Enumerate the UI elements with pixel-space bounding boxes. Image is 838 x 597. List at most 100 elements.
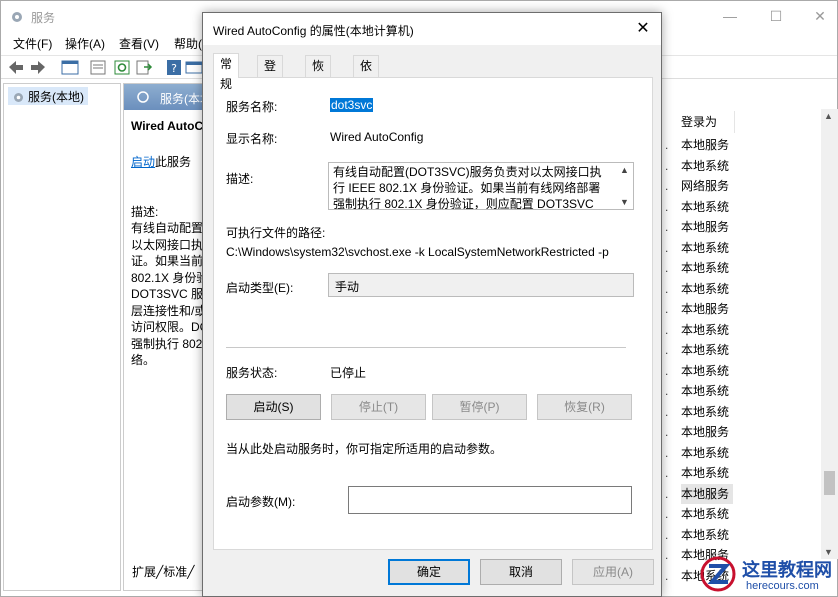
description-line: 有线自动配置( <box>131 221 207 235</box>
scroll-up-icon[interactable]: ▲ <box>620 165 629 175</box>
resume-button[interactable]: 恢复(R) <box>537 394 632 420</box>
console-icon[interactable] <box>185 59 203 76</box>
description-line: 访问权限。DC <box>131 320 209 334</box>
row-marker: . <box>665 384 669 398</box>
back-arrow-icon[interactable] <box>7 59 25 76</box>
stop-button[interactable]: 停止(T) <box>331 394 426 420</box>
help-icon[interactable]: ? <box>165 59 183 76</box>
show-tree-icon[interactable] <box>61 59 79 76</box>
properties-list-icon[interactable] <box>89 59 107 76</box>
logon-as-cell[interactable]: 本地系统 <box>681 279 729 299</box>
description-scrollbar[interactable]: ▲ ▼ <box>617 163 633 209</box>
gear-icon <box>12 12 22 22</box>
description-line: 络。 <box>131 353 156 367</box>
description-line: 802.1X 身份验 <box>131 270 209 285</box>
services-list-logon-column: 登录为 . 本地服务. 本地系统. 网络服务. 本地系统. 本地服务. 本地系统. 本地系统.… <box>661 83 837 591</box>
scroll-up-icon[interactable]: ▲ <box>824 111 833 121</box>
tab-dependencies[interactable]: 依存关系 <box>353 55 380 133</box>
row-marker: . <box>665 404 669 419</box>
description-box[interactable]: 有线自动配置(DOT3SVC)服务负责对以太网接口执行 IEEE 802.1X … <box>328 162 634 210</box>
row-marker: . <box>665 322 669 337</box>
dialog-title: Wired AutoConfig 的属性(本地计算机) <box>213 24 414 38</box>
description-line: 以太网接口执 <box>131 237 204 252</box>
logon-as-cell[interactable]: 本地系统 <box>681 381 729 401</box>
scroll-down-icon[interactable]: ▼ <box>620 197 629 207</box>
service-name-value[interactable]: dot3svc <box>330 98 374 112</box>
row-marker: . <box>665 281 669 296</box>
row-marker: . <box>665 466 669 480</box>
dialog-close-button[interactable]: ✕ <box>625 13 661 45</box>
logon-as-cell[interactable]: 本地系统 <box>681 443 729 463</box>
logon-as-cell[interactable]: 本地服务 <box>681 299 729 319</box>
logon-as-cell[interactable]: 本地系统 <box>681 156 729 176</box>
tab-recovery[interactable]: 恢复 <box>305 55 332 93</box>
logon-as-cell[interactable]: 本地系统 <box>681 238 729 258</box>
row-marker: . <box>665 158 669 173</box>
watermark-brand: 这里教程网 <box>742 560 832 581</box>
logon-as-cell[interactable]: 本地系统 <box>681 340 729 360</box>
service-status-label: 服务状态: <box>226 366 278 380</box>
pause-button[interactable]: 暂停(P) <box>432 394 527 420</box>
logon-as-cell[interactable]: 本地系统 <box>681 320 729 340</box>
column-header-logon-as[interactable]: 登录为 <box>679 111 735 133</box>
menu-file[interactable]: 文件(F) <box>13 35 52 52</box>
logon-as-cell[interactable]: 本地系统 <box>681 197 729 217</box>
logon-as-cell[interactable]: 本地系统 <box>681 525 729 545</box>
service-name-text: dot3svc <box>330 98 374 112</box>
logon-as-cell[interactable]: 本地系统 <box>681 504 729 524</box>
row-marker: . <box>665 261 669 275</box>
refresh-icon[interactable] <box>113 59 131 76</box>
ok-button[interactable]: 确定 <box>388 559 470 585</box>
start-params-label: 启动参数(M): <box>226 495 296 509</box>
row-marker: . <box>665 220 669 234</box>
exec-path-label: 可执行文件的路径: <box>226 226 326 240</box>
logon-as-cell[interactable]: 本地系统 <box>681 463 729 483</box>
menu-action[interactable]: 操作(A) <box>65 35 105 52</box>
view-tabs[interactable]: 扩展╱标准╱ <box>132 563 194 580</box>
menu-help[interactable]: 帮助( <box>174 35 202 52</box>
logon-as-cell[interactable]: 本地系统 <box>681 361 729 381</box>
description-line: 层连接性和/或 <box>131 303 207 318</box>
logon-as-cell[interactable]: 本地服务 <box>681 135 729 155</box>
close-button[interactable]: ✕ <box>797 1 838 31</box>
tree-item-label: 服务(本地) <box>28 90 84 104</box>
minimize-button[interactable]: — <box>707 1 753 31</box>
logon-as-cell[interactable]: 本地服务 <box>681 217 729 237</box>
row-marker: . <box>665 343 669 357</box>
logon-as-cell[interactable]: 本地服务 <box>681 483 733 504</box>
start-params-input[interactable] <box>348 486 632 514</box>
start-button[interactable]: 启动(S) <box>226 394 321 420</box>
row-marker: . <box>665 425 669 439</box>
row-marker: . <box>665 507 669 521</box>
description-line: 证。如果当前 <box>131 254 204 268</box>
start-service-link[interactable]: 启动 <box>131 155 155 169</box>
row-marker: . <box>665 568 669 583</box>
forward-arrow-icon[interactable] <box>29 59 47 76</box>
description-label: 描述: <box>131 205 159 219</box>
apply-button[interactable]: 应用(A) <box>572 559 654 585</box>
scrollbar-thumb[interactable] <box>824 471 835 495</box>
tree-item-services-local[interactable]: 服务(本地) <box>8 87 88 105</box>
tab-general[interactable]: 常规 <box>213 53 240 91</box>
row-marker: . <box>665 138 669 152</box>
logon-as-cell[interactable]: 网络服务 <box>681 176 729 196</box>
row-marker: . <box>665 179 669 193</box>
divider <box>226 347 626 348</box>
svg-text:?: ? <box>171 62 177 75</box>
tab-logon[interactable]: 登录 <box>257 55 284 93</box>
startup-type-select[interactable]: 手动 ﹀ <box>328 273 634 297</box>
dialog-titlebar: Wired AutoConfig 的属性(本地计算机) ✕ <box>203 13 661 45</box>
menu-view[interactable]: 查看(V) <box>119 35 159 52</box>
cancel-button[interactable]: 取消 <box>480 559 562 585</box>
list-vertical-scrollbar[interactable]: ▲ ▼ <box>821 109 838 559</box>
general-tab-panel: 服务名称: dot3svc 显示名称: Wired AutoConfig 描述:… <box>213 77 653 550</box>
start-service-suffix: 此服务 <box>155 155 192 169</box>
properties-dialog: Wired AutoConfig 的属性(本地计算机) ✕ 常规 登录 恢复 依… <box>202 12 662 597</box>
logon-as-cell[interactable]: 本地服务 <box>681 422 729 442</box>
maximize-button[interactable]: ☐ <box>753 1 799 31</box>
export-icon[interactable] <box>135 59 153 76</box>
logon-as-cell[interactable]: 本地系统 <box>681 402 729 422</box>
logon-as-cell[interactable]: 本地系统 <box>681 258 729 278</box>
exec-path-value[interactable]: C:\Windows\system32\svchost.exe -k Local… <box>226 245 609 259</box>
display-name-label: 显示名称: <box>226 132 278 146</box>
